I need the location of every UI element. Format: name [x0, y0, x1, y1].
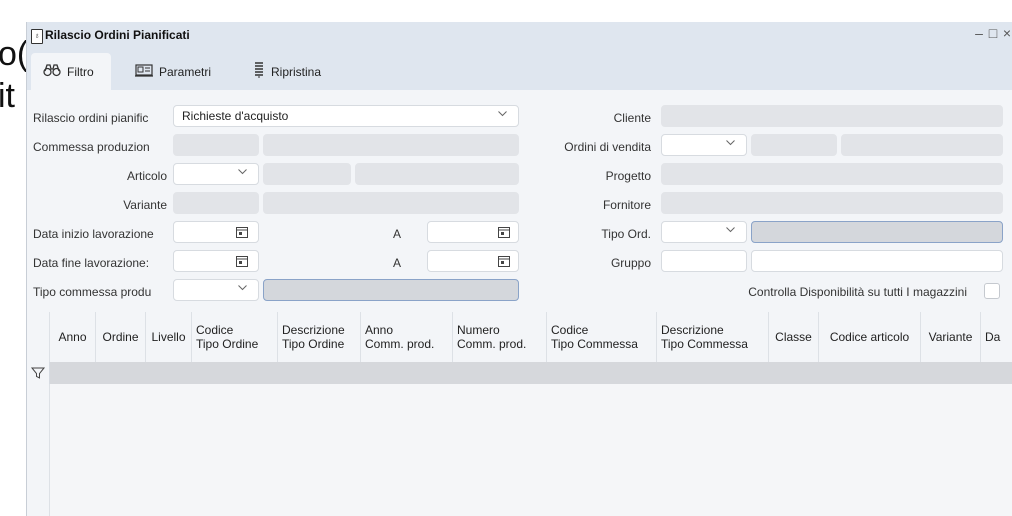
variante-field-1[interactable] — [173, 192, 259, 214]
column-header[interactable]: Numero Comm. prod. — [453, 312, 547, 362]
tab-filtro-label: Filtro — [67, 64, 94, 79]
app-icon: ♁ — [31, 29, 43, 44]
calendar-icon[interactable] — [236, 255, 248, 267]
ordini-vendita-field-3[interactable] — [841, 134, 1003, 156]
column-header[interactable]: Descrizione Tipo Commessa — [657, 312, 769, 362]
cliente-field[interactable] — [661, 105, 1003, 127]
variante-label: Variante — [123, 198, 167, 212]
toolbar: Filtro Parametri Ripristina — [27, 50, 1012, 90]
data-inizio-from-field[interactable] — [173, 221, 259, 243]
tab-filtro[interactable]: Filtro — [31, 53, 111, 90]
parameters-icon — [135, 63, 153, 80]
tipo-commessa-description-field[interactable] — [263, 279, 519, 301]
articolo-select[interactable] — [173, 163, 259, 185]
column-header[interactable]: Classe — [769, 312, 819, 362]
commessa-field-2[interactable] — [263, 134, 519, 156]
controlla-disponibilita-label: Controlla Disponibilità su tutti I magaz… — [748, 285, 967, 299]
column-header[interactable]: Anno Comm. prod. — [361, 312, 453, 362]
minimize-button[interactable]: – — [973, 25, 985, 41]
grid-corner — [27, 312, 50, 362]
a-label: A — [393, 227, 402, 241]
column-header[interactable]: Anno — [50, 312, 96, 362]
tab-parametri[interactable]: Parametri — [135, 53, 211, 90]
tipo-ord-label: Tipo Ord. — [601, 227, 651, 241]
articolo-field-2[interactable] — [263, 163, 351, 185]
row-header-column — [27, 384, 50, 516]
column-header[interactable]: Variante — [921, 312, 981, 362]
window: ♁ Rilascio Ordini Pianificati – □ × Filt… — [26, 22, 1012, 516]
column-header[interactable]: Codice articolo — [819, 312, 921, 362]
rilascio-value: Richieste d'acquisto — [182, 109, 289, 123]
chevron-down-icon — [726, 140, 735, 148]
column-header[interactable]: Codice Tipo Commessa — [547, 312, 657, 362]
column-header[interactable]: Codice Tipo Ordine — [192, 312, 278, 362]
chevron-down-icon — [238, 169, 247, 177]
ordini-vendita-select[interactable] — [661, 134, 747, 156]
data-inizio-to-field[interactable] — [427, 221, 519, 243]
grid-header: Anno Ordine Livello Codice Tipo Ordine De… — [27, 312, 1012, 363]
chevron-down-icon — [238, 285, 247, 293]
fornitore-field[interactable] — [661, 192, 1003, 214]
data-fine-to-field[interactable] — [427, 250, 519, 272]
chevron-down-icon — [498, 111, 507, 119]
controlla-disponibilita-checkbox[interactable] — [984, 283, 1000, 299]
title-bar[interactable]: ♁ Rilascio Ordini Pianificati – □ × — [27, 22, 1012, 50]
window-title: Rilascio Ordini Pianificati — [45, 28, 190, 42]
tipo-ord-select[interactable] — [661, 221, 747, 243]
data-fine-label: Data fine lavorazione: — [33, 256, 150, 270]
calendar-icon[interactable] — [498, 226, 510, 238]
filter-icon[interactable] — [27, 362, 50, 384]
progetto-field[interactable] — [661, 163, 1003, 185]
tab-parametri-label: Parametri — [159, 64, 212, 79]
gruppo-label: Gruppo — [610, 256, 651, 270]
grid-body[interactable] — [50, 384, 1012, 516]
a-label: A — [393, 256, 402, 270]
rilascio-select[interactable]: Richieste d'acquisto — [173, 105, 519, 127]
rilascio-label: Rilascio ordini pianific — [33, 111, 149, 125]
column-header[interactable]: Livello — [146, 312, 192, 362]
results-grid: Anno Ordine Livello Codice Tipo Ordine De… — [27, 312, 1012, 516]
reset-icon — [253, 62, 265, 81]
chevron-down-icon — [726, 227, 735, 235]
tipo-ord-description-field[interactable] — [751, 221, 1003, 243]
close-button[interactable]: × — [1001, 25, 1012, 41]
gruppo-field-2[interactable] — [751, 250, 1003, 272]
ordini-vendita-label: Ordini di vendita — [564, 140, 651, 154]
ordini-vendita-field-2[interactable] — [751, 134, 837, 156]
column-header[interactable]: Ordine — [96, 312, 146, 362]
cliente-label: Cliente — [613, 111, 651, 125]
commessa-field-1[interactable] — [173, 134, 259, 156]
tipo-commessa-select[interactable] — [173, 279, 259, 301]
data-inizio-label: Data inizio lavorazione — [33, 227, 154, 241]
binoculars-icon — [43, 63, 61, 80]
fornitore-label: Fornitore — [602, 198, 651, 212]
gruppo-field-1[interactable] — [661, 250, 747, 272]
column-header[interactable]: Da — [981, 312, 1012, 362]
progetto-label: Progetto — [605, 169, 651, 183]
variante-field-2[interactable] — [263, 192, 519, 214]
background-text-2: it — [0, 77, 15, 115]
calendar-icon[interactable] — [236, 226, 248, 238]
maximize-button[interactable]: □ — [987, 25, 999, 41]
calendar-icon[interactable] — [498, 255, 510, 267]
data-fine-from-field[interactable] — [173, 250, 259, 272]
grid-filter-row[interactable] — [27, 362, 1012, 384]
column-header[interactable]: Descrizione Tipo Ordine — [278, 312, 361, 362]
background-text-1: o( — [0, 35, 29, 73]
articolo-label: Articolo — [126, 169, 167, 183]
articolo-field-3[interactable] — [355, 163, 519, 185]
commessa-label: Commessa produzion — [33, 140, 150, 154]
tab-ripristina-label: Ripristina — [271, 64, 322, 79]
tab-ripristina[interactable]: Ripristina — [253, 53, 321, 90]
tipo-commessa-label: Tipo commessa produ — [33, 285, 152, 299]
